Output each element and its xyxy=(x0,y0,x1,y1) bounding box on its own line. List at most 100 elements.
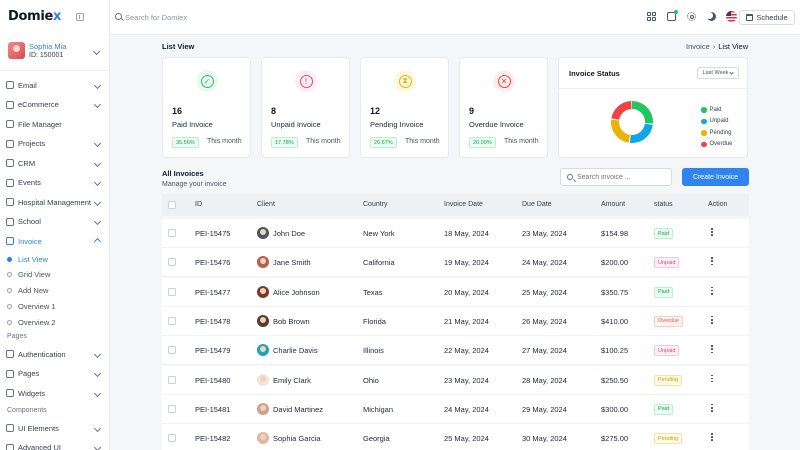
col-invoice-date[interactable]: Invoice Date xyxy=(444,201,483,208)
cell-amount: $300.00 xyxy=(601,404,629,414)
sidebar-item-label: Authentication xyxy=(18,349,66,359)
sidebar-item-advanced-ui[interactable]: Advanced UI xyxy=(6,441,104,450)
row-checkbox[interactable] xyxy=(168,375,176,384)
table-row[interactable]: PEI-15477 Alice Johnson Texas 20 May, 2024 2… xyxy=(162,277,749,307)
schedule-button[interactable]: Schedule xyxy=(739,10,795,25)
sidebar-item-pages[interactable]: Pages xyxy=(6,367,104,381)
sidebar-item-ui-elements[interactable]: UI Elements xyxy=(6,421,104,435)
table-row[interactable]: PEI-15478 Bob Brown Florida 21 May, 2024 26 … xyxy=(162,306,749,336)
legend-item-overdue: Overdue xyxy=(701,139,733,151)
sidebar-item-label: School xyxy=(18,217,41,226)
more-options-icon[interactable] xyxy=(711,228,714,238)
stat-percent-badge: 35.56% xyxy=(172,137,199,148)
table-row[interactable]: PEI-15480 Emily Clark Ohio 23 May, 2024 28 M… xyxy=(162,365,749,395)
sidebar-item-authentication[interactable]: Authentication xyxy=(6,347,104,361)
sidebar-item-file-manager[interactable]: File Manager xyxy=(6,117,104,131)
submenu-item[interactable]: Grid View xyxy=(7,269,50,281)
sidebar-item-ecommerce[interactable]: eCommerce xyxy=(6,98,104,112)
col-id[interactable]: ID xyxy=(195,201,202,208)
avatar xyxy=(257,373,269,386)
cell-id: PEI-15478 xyxy=(195,316,231,326)
chevron-down-icon xyxy=(93,81,102,90)
user-profile[interactable]: Sophia Mia ID: 150001 xyxy=(8,41,104,65)
invoice-search-input[interactable] xyxy=(577,171,669,184)
cell-due-date: 23 May, 2024 xyxy=(522,229,567,238)
row-checkbox[interactable] xyxy=(168,346,176,355)
cell-amount: $350.75 xyxy=(601,287,629,297)
sidebar-item-label: Invoice xyxy=(18,236,42,246)
submenu-item[interactable]: Overview 2 xyxy=(7,316,56,328)
more-options-icon[interactable] xyxy=(711,403,714,414)
submenu-item[interactable]: List View xyxy=(7,253,48,265)
table-row[interactable]: PEI-15476 Jane Smith California 19 May, 202… xyxy=(162,248,749,278)
hourglass-icon: ⧗ xyxy=(394,70,416,92)
user-id: ID: 150001 xyxy=(29,52,64,59)
col-client[interactable]: Client xyxy=(257,201,275,208)
breadcrumb-invoice[interactable]: Invoice xyxy=(686,42,710,51)
stat-period: This month xyxy=(504,138,539,145)
col-due-date[interactable]: Due Date xyxy=(522,201,552,208)
row-checkbox[interactable] xyxy=(168,434,176,443)
cell-client: Alice Johnson xyxy=(273,287,320,297)
create-invoice-button[interactable]: Create Invoice xyxy=(682,168,749,186)
mail-icon xyxy=(6,81,14,89)
cell-invoice-date: 20 May, 2024 xyxy=(444,287,489,297)
row-checkbox[interactable] xyxy=(168,287,176,296)
sidebar-item-projects[interactable]: Projects xyxy=(6,137,104,151)
cell-client: David Martinez xyxy=(273,404,324,414)
cell-due-date: 28 May, 2024 xyxy=(522,375,567,385)
cell-due-date: 24 May, 2024 xyxy=(522,258,567,268)
sidebar-toggle-icon[interactable] xyxy=(76,13,84,21)
table-row[interactable]: PEI-15475 John Doe New York 18 May, 2024 23 … xyxy=(162,219,749,248)
table-row[interactable]: PEI-15481 David Martinez Michigan 24 May, 2… xyxy=(162,394,749,424)
row-checkbox[interactable] xyxy=(168,229,176,237)
sidebar-item-widgets[interactable]: Widgets xyxy=(6,386,104,400)
more-options-icon[interactable] xyxy=(711,315,714,326)
row-checkbox[interactable] xyxy=(168,404,176,413)
apps-grid-icon[interactable] xyxy=(647,12,656,21)
sidebar-item-school[interactable]: School xyxy=(6,215,104,229)
more-options-icon[interactable] xyxy=(711,257,714,267)
row-checkbox[interactable] xyxy=(168,258,176,267)
breadcrumb: Invoice › List View xyxy=(686,42,748,51)
avatar xyxy=(257,285,269,298)
table-row[interactable]: PEI-15482 Sophia Garcia Georgia 25 May, 202… xyxy=(162,424,749,450)
sparkle-icon xyxy=(6,443,14,450)
more-options-icon[interactable] xyxy=(711,345,714,355)
table-header: ID Client Country Invoice Date Due Date … xyxy=(162,194,749,216)
cell-amount: $250.50 xyxy=(601,375,629,385)
cell-invoice-date: 24 May, 2024 xyxy=(444,404,489,414)
sidebar-item-email[interactable]: Email xyxy=(6,78,104,92)
logo-main: Domie xyxy=(8,9,54,24)
moon-icon[interactable] xyxy=(707,12,716,21)
gear-icon[interactable] xyxy=(687,12,696,21)
sidebar-item-label: Widgets xyxy=(18,388,46,398)
logo[interactable]: Domiex xyxy=(8,9,61,24)
sidebar-item-crm[interactable]: CRM xyxy=(6,156,104,170)
col-amount[interactable]: Amount xyxy=(601,201,625,208)
col-status[interactable]: status xyxy=(654,201,673,208)
submenu-label: Add New xyxy=(18,286,49,296)
us-flag-icon[interactable] xyxy=(726,11,737,22)
col-country[interactable]: Country xyxy=(363,201,388,208)
submenu-item[interactable]: Add New xyxy=(7,285,48,297)
legend-item-paid: Paid xyxy=(701,104,733,116)
stat-card-paid-invoice: ✓ 16 Paid Invoice 35.56% This month xyxy=(162,57,251,158)
submenu-item[interactable]: Overview 1 xyxy=(7,300,56,312)
more-options-icon[interactable] xyxy=(711,433,714,443)
global-search-input[interactable] xyxy=(125,10,275,24)
invoices-title: All Invoices xyxy=(162,169,204,178)
sidebar-item-hospital[interactable]: Hospital Management xyxy=(6,195,104,209)
sidebar-item-events[interactable]: Events xyxy=(6,176,104,190)
briefcase-icon xyxy=(6,139,14,148)
table-row[interactable]: PEI-15479 Charlie Davis Illinois 22 May, 20… xyxy=(162,336,749,366)
cell-invoice-date: 25 May, 2024 xyxy=(444,434,489,444)
notification-icon[interactable] xyxy=(667,10,678,21)
range-select[interactable]: Last Week xyxy=(697,67,739,79)
row-checkbox[interactable] xyxy=(168,316,176,325)
more-options-icon[interactable] xyxy=(711,286,714,297)
more-options-icon[interactable] xyxy=(711,374,714,385)
sidebar-item-invoice[interactable]: Invoice xyxy=(6,234,104,248)
user-name: Sophia Mia xyxy=(29,42,67,51)
select-all-checkbox[interactable] xyxy=(168,201,176,209)
